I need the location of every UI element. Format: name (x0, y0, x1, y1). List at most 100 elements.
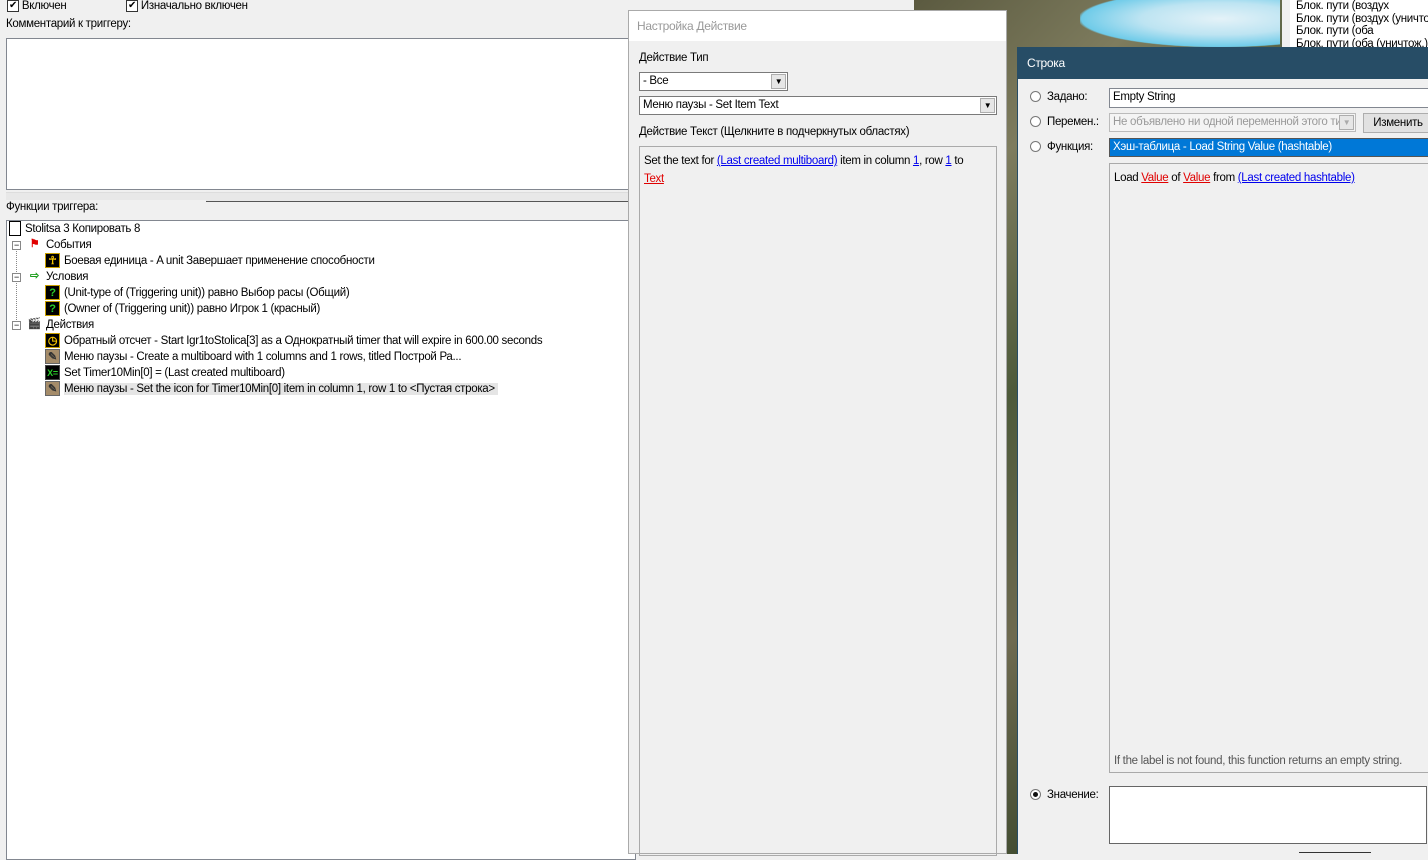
chevron-down-icon: ▼ (771, 74, 786, 89)
text-part: item in column (837, 155, 913, 167)
action-text: Set Timer10Min[0] = (Last created multib… (64, 367, 285, 379)
events-label: События (46, 239, 92, 251)
tree-root[interactable]: Stolitsa 3 Копировать 8 (9, 221, 140, 237)
text-part: , row (919, 155, 946, 167)
text-part: from (1210, 172, 1238, 184)
edit-variable-button[interactable]: Изменить (1363, 113, 1428, 133)
preset-field[interactable]: Empty String (1109, 88, 1428, 108)
question-icon: ? (45, 285, 60, 301)
root-label: Stolitsa 3 Копировать 8 (25, 223, 141, 235)
condition-text: (Owner of (Triggering unit)) равно Игрок… (64, 303, 321, 315)
trigger-tree[interactable]: Stolitsa 3 Копировать 8 − ⚑ События ☥ Боев… (6, 220, 636, 860)
unit-icon: ☥ (45, 253, 60, 269)
initially-on-label: Изначально включен (140, 0, 248, 13)
value-link[interactable]: Value (1141, 172, 1168, 184)
set-variable-icon: X= (45, 365, 60, 381)
text-part: to (951, 155, 964, 167)
enabled-label: Включен (21, 0, 67, 13)
chevron-down-icon: ▼ (980, 98, 995, 113)
function-hint: If the label is not found, this function… (1114, 755, 1402, 767)
variable-label: Перемен.: (1047, 116, 1099, 128)
flag-icon: ⚑ (29, 238, 40, 251)
action-text-area: Set the text for (Last created multiboar… (639, 146, 997, 856)
radio-selected-icon (1030, 789, 1041, 801)
action-text: Меню паузы - Create a multiboard with 1 … (64, 351, 462, 363)
comment-textarea[interactable] (6, 38, 636, 190)
condition-text: (Unit-type of (Triggering unit)) равно В… (64, 287, 350, 299)
quill-icon: ✎ (45, 349, 60, 365)
variable-radio[interactable]: Перемен.: (1030, 116, 1099, 128)
action-text: Обратный отсчет - Start Igr1toStolica[3]… (64, 335, 543, 347)
question-icon: ? (45, 301, 60, 317)
function-label: Функция: (1047, 141, 1093, 153)
tree-action-item[interactable]: ◷ Обратный отсчет - Start Igr1toStolica[3… (45, 333, 543, 349)
variable-dropdown[interactable]: Не объявлено ни одной переменной этого т… (1109, 113, 1356, 132)
type-label: Действие Тип (639, 52, 709, 64)
conditions-icon: ⇨ (30, 270, 39, 283)
preset-radio[interactable]: Задано: (1030, 91, 1088, 103)
map-water (1080, 0, 1280, 47)
comment-label: Комментарий к триггеру: (6, 18, 131, 30)
multiboard-link[interactable]: (Last created multiboard) (717, 155, 838, 167)
function-value: Хэш-таблица - Load String Value (hashtab… (1113, 141, 1332, 153)
list-item[interactable]: Блок. пути (воздух (1296, 0, 1428, 13)
value-input[interactable] (1109, 786, 1427, 844)
action-dropdown[interactable]: Меню паузы - Set Item Text ▼ (639, 96, 997, 115)
preset-label: Задано: (1047, 91, 1088, 103)
clapperboard-icon: 🎬 (27, 318, 42, 331)
list-item[interactable]: Блок. пути (оба (уничтож.) (1296, 38, 1428, 48)
function-radio[interactable]: Функция: (1030, 141, 1093, 153)
list-item[interactable]: Блок. пути (воздух (уничтож (1296, 13, 1428, 26)
tree-action-item[interactable]: X= Set Timer10Min[0] = (Last created mult… (45, 365, 285, 381)
text-part: Set the text for (644, 155, 717, 167)
radio-icon (1030, 91, 1041, 103)
tree-condition-item[interactable]: ? (Unit-type of (Triggering unit)) равно … (45, 285, 350, 301)
collapse-icon[interactable]: − (12, 241, 21, 250)
tree-condition-item[interactable]: ? (Owner of (Triggering unit)) равно Игро… (45, 301, 320, 317)
collapse-icon[interactable]: − (12, 321, 21, 330)
text-part: of (1168, 172, 1184, 184)
text-label: Действие Текст (Щелкните в подчеркнутых … (639, 126, 910, 138)
tree-events[interactable]: ⚑ События (27, 237, 92, 253)
chevron-down-icon: ▼ (1339, 115, 1354, 130)
ok-button[interactable] (1299, 852, 1371, 856)
function-dropdown[interactable]: Хэш-таблица - Load String Value (hashtab… (1109, 138, 1428, 157)
tree-action-item[interactable]: ✎ Меню паузы - Create a multiboard with 1… (45, 349, 462, 365)
conditions-label: Условия (46, 271, 89, 283)
document-icon (9, 221, 21, 237)
action-text: Меню паузы - Set the icon for Timer10Min… (64, 383, 498, 395)
key-link[interactable]: Value (1183, 172, 1210, 184)
string-dialog: Строка Задано: Empty String Перемен.: Не… (1017, 47, 1428, 854)
variable-value: Не объявлено ни одной переменной этого т… (1113, 116, 1354, 128)
dialog-title: Строка (1018, 47, 1428, 79)
check-icon: ✔ (7, 0, 19, 12)
action-config-dialog: Настройка Действие Действие Тип - Все ▼ М… (628, 10, 1007, 856)
value-radio[interactable]: Значение: (1030, 789, 1099, 801)
event-text: Боевая единица - A unit Завершает примен… (64, 255, 375, 267)
quill-icon: ✎ (45, 381, 60, 397)
map-object-list[interactable]: Блок. пути (воздух Блок. пути (воздух (у… (1290, 0, 1428, 47)
functions-label: Функции триггера: (6, 200, 206, 220)
initially-on-checkbox[interactable]: ✔ Изначально включен (126, 0, 248, 12)
action-value: Меню паузы - Set Item Text (643, 99, 779, 111)
type-value: - Все (643, 75, 669, 87)
tree-conditions[interactable]: ⇨ Условия (27, 269, 88, 285)
enabled-checkbox[interactable]: ✔ Включен (7, 0, 67, 13)
tree-event-item[interactable]: ☥ Боевая единица - A unit Завершает приме… (45, 253, 375, 269)
text-part: Load (1114, 172, 1142, 184)
timer-icon: ◷ (45, 333, 60, 349)
radio-icon (1030, 141, 1041, 153)
tree-action-item-selected[interactable]: ✎ Меню паузы - Set the icon for Timer10Mi… (45, 381, 498, 397)
check-icon: ✔ (126, 0, 138, 12)
tree-actions[interactable]: 🎬 Действия (27, 317, 95, 333)
collapse-icon[interactable]: − (12, 273, 21, 282)
list-item[interactable]: Блок. пути (оба (1296, 25, 1428, 38)
value-label: Значение: (1047, 789, 1099, 801)
text-link[interactable]: Text (644, 173, 664, 185)
radio-icon (1030, 116, 1041, 128)
actions-label: Действия (46, 319, 94, 331)
hashtable-link[interactable]: (Last created hashtable) (1238, 172, 1355, 184)
function-text-area: Load Value of Value from (Last created h… (1109, 163, 1428, 773)
type-dropdown[interactable]: - Все ▼ (639, 72, 788, 91)
dialog-title: Настройка Действие (629, 11, 1006, 41)
